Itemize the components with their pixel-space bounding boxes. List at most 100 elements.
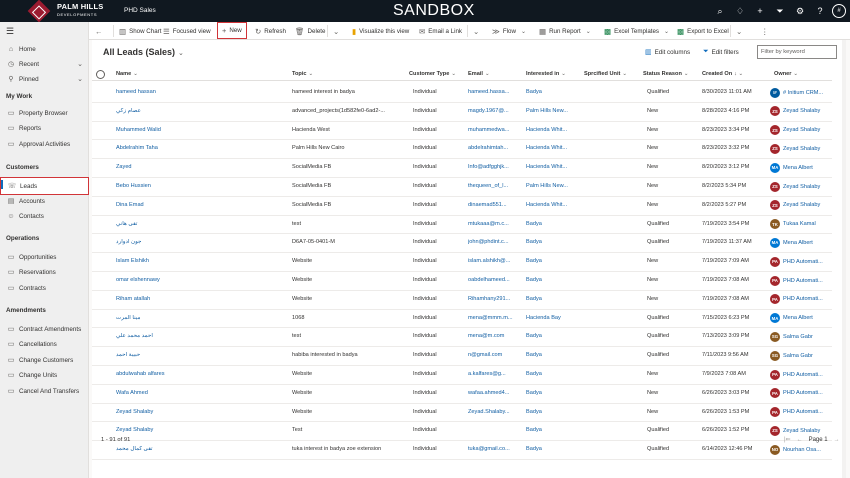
interested-in-link[interactable]: Badya [526,409,578,415]
lead-email-link[interactable]: Rihamhany291... [468,296,518,302]
first-page-icon[interactable]: |⇐ [784,436,791,443]
vertical-scrollbar[interactable] [842,40,846,478]
table-row[interactable]: Dina Emad SocialMedia FB Individual dinaema… [92,197,832,216]
table-row[interactable]: Zeyad Shalaby Website Individual Zeyad.Shal… [92,404,832,423]
edit-columns-button[interactable]: ▥ Edit columns [645,48,690,57]
export-dropdown[interactable]: ⌄ [732,22,749,40]
email-link-button[interactable]: ✉ Email a Link [415,22,466,40]
sidebar-item-accounts[interactable]: ▤ Accounts [0,194,89,208]
lead-email-link[interactable]: abdelrahimtah... [468,145,518,151]
lead-name-link[interactable]: Muhammed Walid [116,127,286,133]
sidebar-item-recent[interactable]: ◷ Recent ⌄ [0,57,89,71]
palm-hills-logo[interactable]: PALM HILLS DEVELOPMENTS [0,0,112,23]
lead-name-link[interactable]: حبيبة احمد [116,352,286,358]
table-row[interactable]: Muhammed Walid Hacienda West Individual muh… [92,122,832,141]
interested-in-link[interactable]: Badya [526,352,578,358]
owner-link[interactable]: ZS Zeyad Shalaby [770,200,830,211]
export-excel-button[interactable]: ▩ Export to Excel [673,22,733,40]
table-row[interactable]: مينا المرت 1068 Individual mena@mmm.m... Hac… [92,310,832,329]
lead-email-link[interactable]: magdy.1967@... [468,108,518,114]
interested-in-link[interactable]: Badya [526,258,578,264]
help-icon[interactable]: ? [812,3,828,19]
lead-name-link[interactable]: عصام زكي [116,108,286,114]
back-button[interactable]: ← [91,22,110,40]
lead-email-link[interactable]: hameed.hassa... [468,89,518,95]
sidebar-item-change-customers[interactable]: ▭ Change Customers [0,353,89,367]
column-header-created-on[interactable]: Created On ↓ ⌄ [702,71,743,77]
sidebar-item-pinned[interactable]: ⚲ Pinned ⌄ [0,72,89,86]
next-page-icon[interactable]: → [834,437,840,443]
owner-link[interactable]: PA PHD Automati... [770,256,830,267]
owner-link[interactable]: I# # Initium CRM... [770,87,830,98]
lead-name-link[interactable]: Abdelrahim Taha [116,145,286,151]
user-avatar[interactable]: # [832,4,846,18]
interested-in-link[interactable]: Hacienda Whit... [526,145,578,151]
owner-link[interactable]: ZS Zeyad Shalaby [770,425,830,436]
lead-name-link[interactable]: جون ادوارد [116,239,286,245]
owner-link[interactable]: MA Mena Albert [770,237,830,248]
interested-in-link[interactable]: Badya [526,371,578,377]
new-button[interactable]: + New [217,22,247,39]
lead-name-link[interactable]: Zeyad Shalaby [116,409,286,415]
interested-in-link[interactable]: Badya [526,89,578,95]
visualize-view-button[interactable]: ▮ Visualize this view [348,22,413,40]
lead-name-link[interactable]: Islam Elshikh [116,258,286,264]
lead-name-link[interactable]: abdulwahab alfares [116,371,286,377]
column-header-owner[interactable]: Owner ⌄ [774,71,798,77]
select-all-checkbox[interactable] [96,70,105,79]
lead-name-link[interactable]: تقى هاني [116,221,286,227]
lead-name-link[interactable]: hameed hassan [116,89,286,95]
column-header-specified-unit[interactable]: Sprcified Unit ⌄ [584,71,627,77]
lead-email-link[interactable]: john@phdint.c... [468,239,518,245]
interested-in-link[interactable]: Hacienda Whit... [526,202,578,208]
sidebar-item-cancellations[interactable]: ▭ Cancellations [0,337,89,351]
interested-in-link[interactable]: Badya [526,296,578,302]
lead-name-link[interactable]: احمد محمد علي [116,333,286,339]
owner-link[interactable]: PA PHD Automati... [770,388,830,399]
sidebar-item-reports[interactable]: ▭ Reports [0,121,89,135]
table-row[interactable]: عصام زكي advanced_projects(1d582fe0-6ad2-… [92,103,832,122]
lead-email-link[interactable]: Zeyad.Shalaby... [468,409,518,415]
previous-page-icon[interactable]: ← [797,437,803,443]
refresh-button[interactable]: ↻ Refresh [251,22,290,40]
table-row[interactable]: Abdelrahim Taha Palm Hills New Cairo Indiv… [92,140,832,160]
lead-email-link[interactable]: Info@adfgghjk... [468,164,518,170]
table-row[interactable]: Zayed SocialMedia FB Individual Info@adfggh… [92,159,832,178]
owner-link[interactable]: PA PHD Automati... [770,407,830,418]
app-name[interactable]: PHD Sales [124,7,156,14]
filter-keyword-input[interactable]: Filter by keyword [757,45,837,59]
lead-email-link[interactable]: thequeen_of_l... [468,183,518,189]
excel-templates-button[interactable]: ▩ Excel Templates ⌄ [600,22,673,40]
filter-icon[interactable]: ⏷ [772,3,788,19]
lead-name-link[interactable]: Zayed [116,164,286,170]
lead-name-link[interactable]: Riham atallah [116,296,286,302]
lead-email-link[interactable]: oabdelhameed... [468,277,518,283]
table-row[interactable]: Bebo Hussien SocialMedia FB Individual theq… [92,178,832,197]
table-row[interactable]: Riham atallah Website Individual Rihamhany2… [92,291,832,310]
sidebar-item-reservations[interactable]: ▭ Reservations [0,265,89,279]
lead-email-link[interactable]: islam.alshikh@... [468,258,518,264]
edit-filters-button[interactable]: ⏷ Edit filters [703,48,739,56]
sidebar-item-home[interactable]: ⌂ Home [0,42,89,56]
lead-email-link[interactable]: muhammedwa... [468,127,518,133]
sidebar-item-cancel-and-transfers[interactable]: ▭ Cancel And Transfers [0,384,89,398]
interested-in-link[interactable]: Hacienda Bay [526,315,578,321]
lead-email-link[interactable]: mena@mmm.m... [468,315,518,321]
column-header-name[interactable]: Name ⌄ [116,71,138,77]
sidebar-item-contracts[interactable]: ▭ Contracts [0,281,89,295]
owner-link[interactable]: MA Mena Albert [770,162,830,173]
owner-link[interactable]: PA PHD Automati... [770,275,830,286]
sidebar-item-change-units[interactable]: ▭ Change Units [0,368,89,382]
interested-in-link[interactable]: Palm Hills New... [526,108,578,114]
lightbulb-icon[interactable]: ♢ [732,3,748,19]
table-row[interactable]: تقى هاني test Individual mtukaaa@m.c... Bady… [92,216,832,235]
column-header-status-reason[interactable]: Status Reason ⌄ [643,71,689,77]
lead-email-link[interactable]: wafaa.ahmed4... [468,390,518,396]
email-link-dropdown[interactable]: ⌄ [469,22,486,40]
owner-link[interactable]: MA Mena Albert [770,313,830,324]
interested-in-link[interactable]: Badya [526,427,578,433]
owner-link[interactable]: ZS Zeyad Shalaby [770,143,830,154]
column-header-interested-in[interactable]: Interested in ⌄ [526,71,566,77]
lead-name-link[interactable]: Bebo Hussien [116,183,286,189]
table-row[interactable]: Wafa Ahmed Website Individual wafaa.ahmed4.… [92,385,832,404]
